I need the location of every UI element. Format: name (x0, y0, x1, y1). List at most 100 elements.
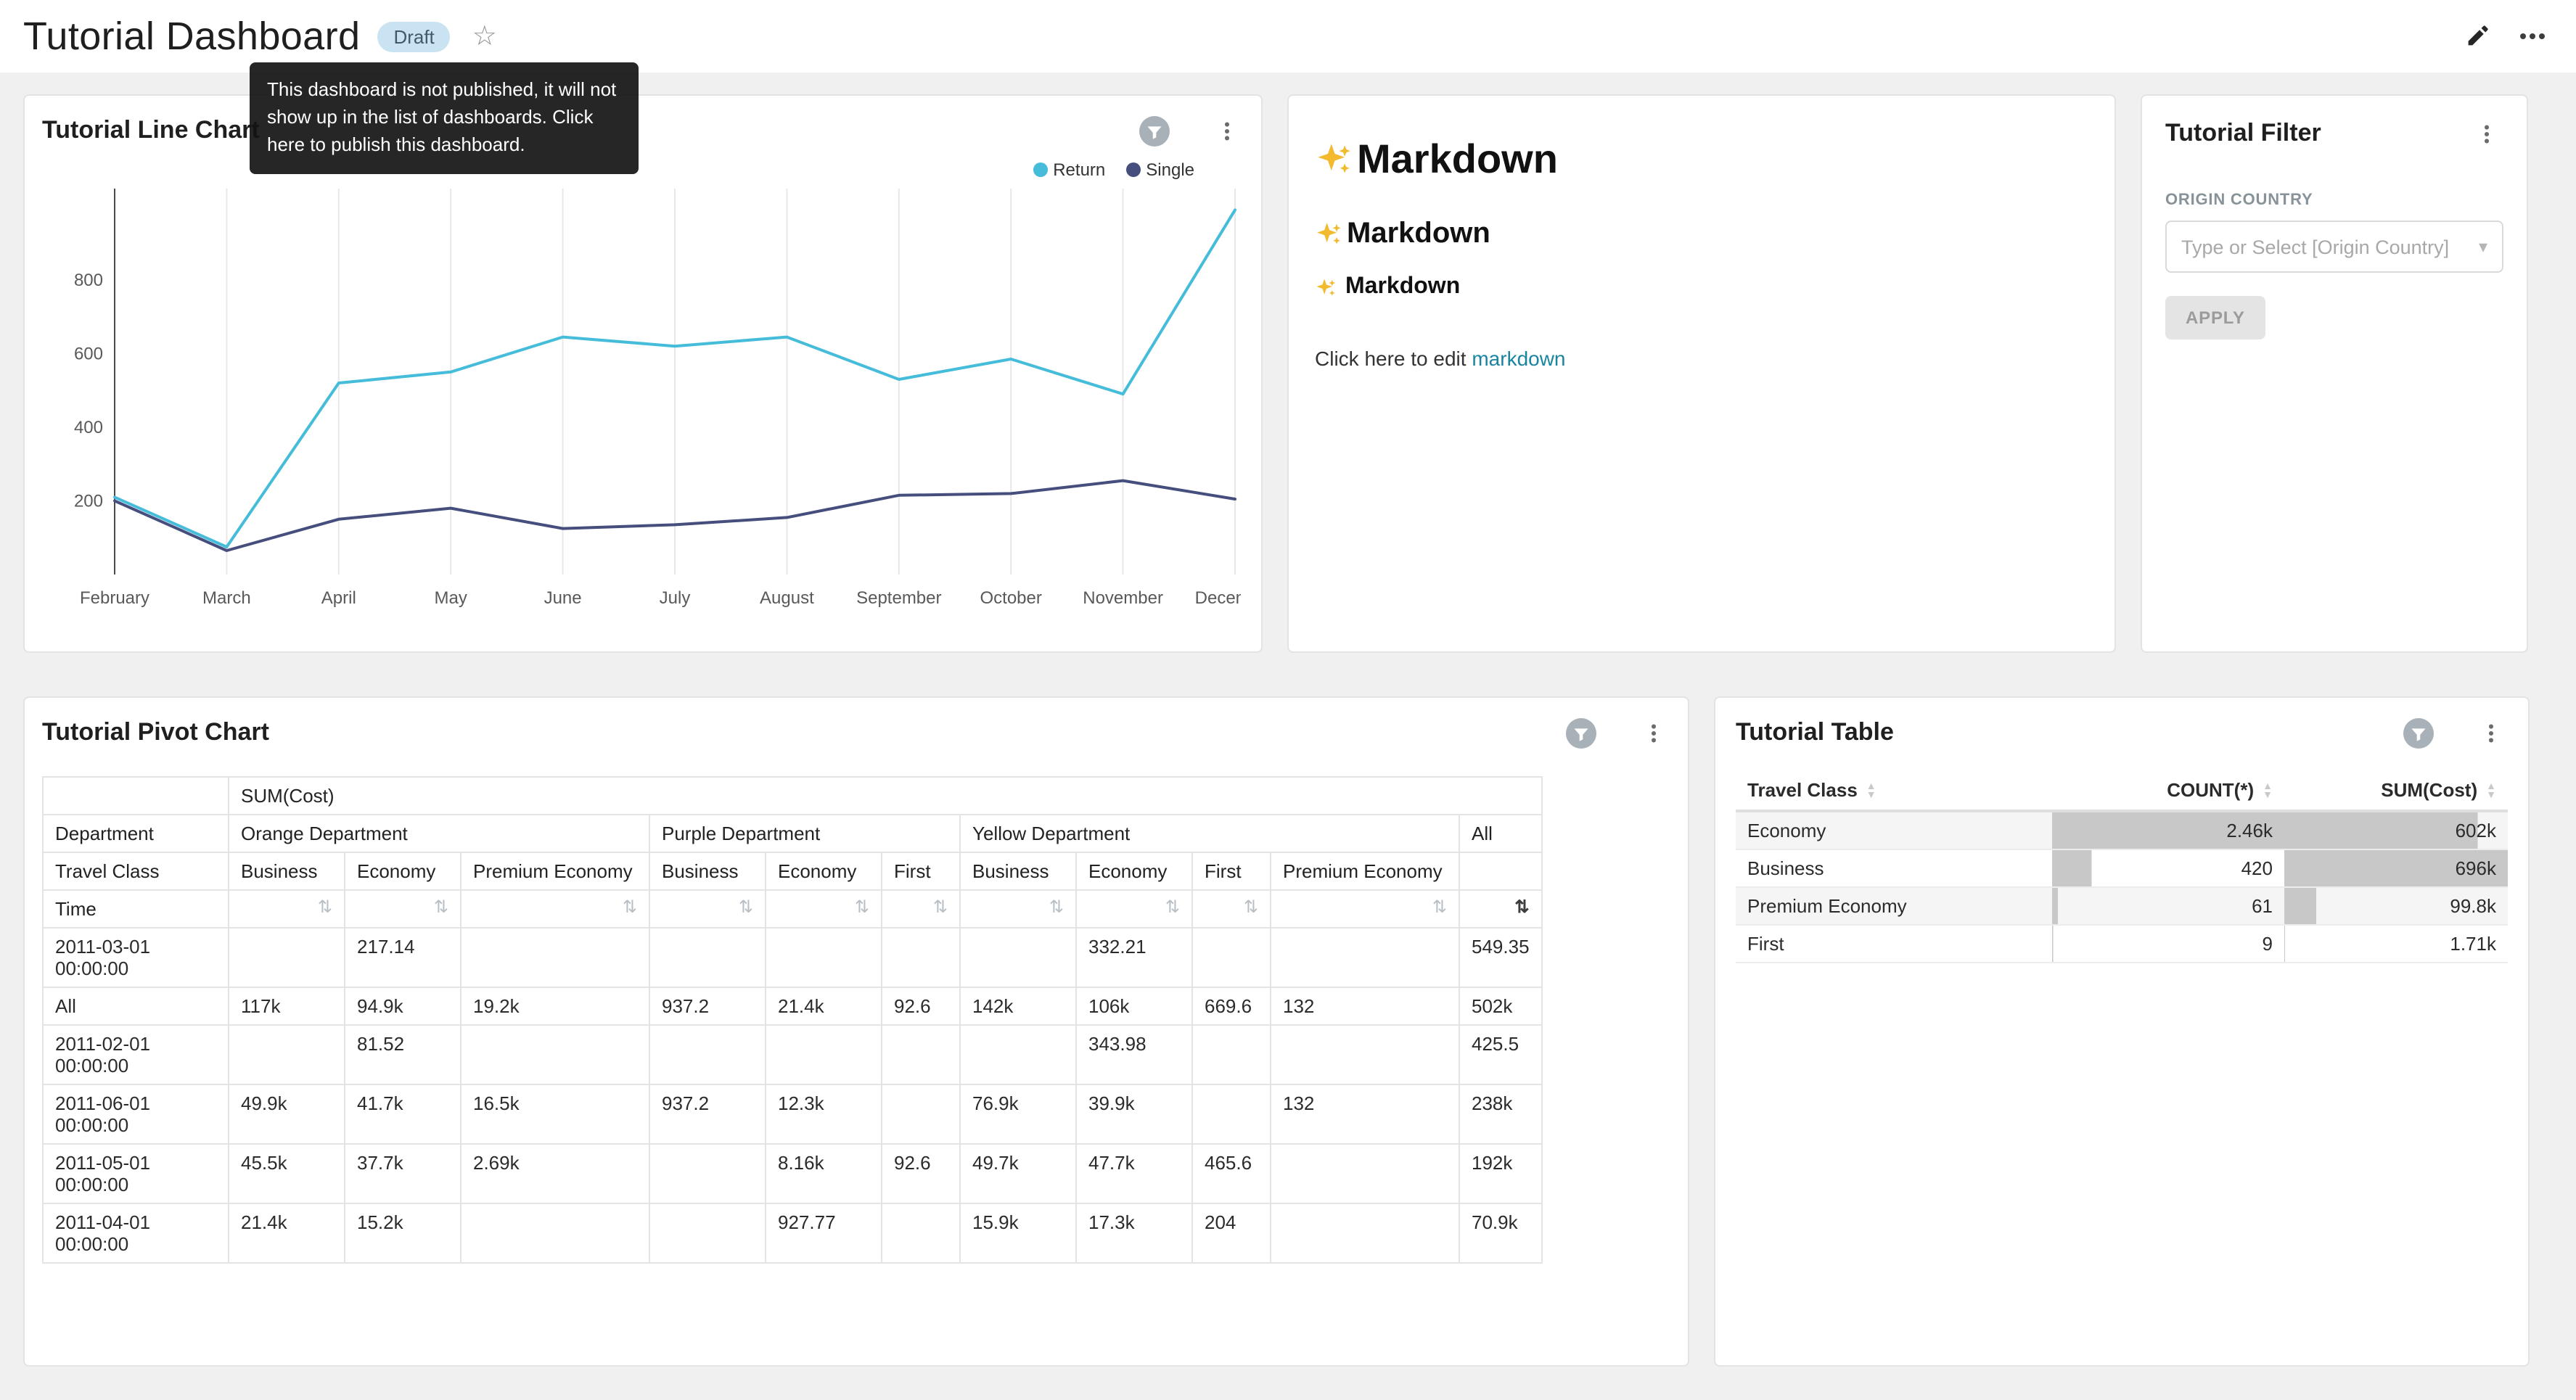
x-tick-label: February (80, 588, 149, 608)
pivot-department-label: Department (43, 815, 229, 852)
kebab-menu-icon[interactable] (1209, 113, 1244, 148)
pivot-col-header (1459, 852, 1542, 890)
pivot-cell-value (1192, 1084, 1271, 1144)
more-menu-icon[interactable] (2515, 19, 2550, 54)
table-col-header[interactable]: COUNT(*)▲▼ (2052, 770, 2284, 811)
filter-badge-icon[interactable] (1563, 715, 1598, 750)
pivot-cell-value: 17.3k (1076, 1203, 1192, 1263)
select-placeholder: Type or Select [Origin Country] (2181, 236, 2449, 258)
edit-markdown-link[interactable]: markdown (1472, 347, 1565, 370)
pivot-col-header: First (1192, 852, 1271, 890)
status-badge[interactable]: Draft (377, 21, 450, 52)
sparkles-icon (1315, 221, 1342, 248)
pivot-travel-class-label: Travel Class (43, 852, 229, 890)
line-chart-svg[interactable]: FebruaryMarchAprilMayJuneJulyAugustSepte… (42, 180, 1241, 627)
pivot-cell-value (882, 1025, 960, 1084)
pivot-col-header: Premium Economy (461, 852, 649, 890)
pivot-cell-value: 465.6 (1192, 1144, 1271, 1203)
pivot-cell-value (649, 1203, 766, 1263)
filter-badge-icon[interactable] (1136, 113, 1171, 148)
kebab-menu-icon[interactable] (2469, 116, 2503, 151)
pivot-cell-value: 238k (1459, 1084, 1542, 1144)
pivot-sort-icon[interactable]: ⇅ (739, 897, 753, 917)
pivot-row-label: 2011-05-01 00:00:00 (43, 1144, 229, 1203)
apply-button[interactable]: APPLY (2165, 296, 2265, 339)
pivot-sort-icon[interactable]: ⇅ (933, 897, 948, 917)
y-tick-label: 200 (74, 491, 103, 511)
pivot-sort-icon[interactable]: ⇅ (1165, 897, 1180, 917)
pivot-cell-value (1192, 928, 1271, 987)
pivot-cell-value: 45.5k (229, 1144, 345, 1203)
pivot-cell-value: 937.2 (649, 987, 766, 1025)
pivot-sort-icon[interactable]: ⇅ (1514, 897, 1529, 917)
table-col-label: Travel Class (1747, 779, 1858, 801)
pivot-cell-value: 343.98 (1076, 1025, 1192, 1084)
pivot-cell-value (461, 928, 649, 987)
pivot-cell-value (1271, 1144, 1459, 1203)
pivot-row: All117k94.9k19.2k937.221.4k92.6142k106k6… (43, 987, 1542, 1025)
pivot-cell-value (1271, 1203, 1459, 1263)
x-tick-label: April (321, 588, 356, 608)
pivot-cell-value: 117k (229, 987, 345, 1025)
x-tick-label: August (760, 588, 814, 608)
kebab-menu-icon[interactable] (2473, 715, 2508, 750)
pivot-row: 2011-02-01 00:00:0081.52343.98425.5 (43, 1025, 1542, 1084)
edit-pencil-icon[interactable] (2460, 19, 2495, 54)
pivot-group-header: Purple Department (649, 815, 960, 852)
sparkles-icon (1315, 276, 1337, 298)
pivot-cell-value: 142k (960, 987, 1076, 1025)
pivot-sort-icon[interactable]: ⇅ (318, 897, 332, 917)
unpublished-tooltip[interactable]: This dashboard is not published, it will… (250, 62, 639, 173)
x-tick-label: June (544, 588, 582, 608)
pivot-group-header: Yellow Department (960, 815, 1459, 852)
filter-badge-icon[interactable] (2400, 715, 2435, 750)
pivot-col-header: Economy (766, 852, 882, 890)
filter-card-title: Tutorial Filter (2165, 119, 2321, 148)
markdown-heading-1: Markdown (1315, 136, 2088, 183)
table-cell-value: 1.71k (2284, 925, 2508, 963)
pivot-sort-icon[interactable]: ⇅ (623, 897, 637, 917)
pivot-sort-cell: ⇅ (229, 890, 345, 928)
chevron-down-icon: ▾ (2479, 236, 2487, 257)
legend-label: Single (1146, 160, 1194, 180)
legend-item-single[interactable]: Single (1125, 160, 1194, 180)
pivot-row: 2011-06-01 00:00:0049.9k41.7k16.5k937.21… (43, 1084, 1542, 1144)
sort-carets-icon: ▲▼ (1866, 783, 1876, 800)
pivot-group-header: All (1459, 815, 1542, 852)
pivot-col-header: Business (229, 852, 345, 890)
pivot-sort-icon[interactable]: ⇅ (1432, 897, 1447, 917)
table-cell-label: Premium Economy (1736, 887, 2052, 925)
pivot-row-label: All (43, 987, 229, 1025)
pivot-cell-value (766, 928, 882, 987)
table-row: Economy2.46k602k (1736, 811, 2508, 849)
pivot-sort-cell: ⇅ (766, 890, 882, 928)
table-cell-label: Economy (1736, 811, 2052, 849)
legend-item-return[interactable]: Return (1033, 160, 1105, 180)
pivot-col-header: First (882, 852, 960, 890)
favorite-star-icon[interactable]: ☆ (472, 22, 497, 50)
pivot-sort-icon[interactable]: ⇅ (1244, 897, 1258, 917)
pivot-cell-value: 2.69k (461, 1144, 649, 1203)
pivot-row: 2011-05-01 00:00:0045.5k37.7k2.69k8.16k9… (43, 1144, 1542, 1203)
pivot-cell-value: 425.5 (1459, 1025, 1542, 1084)
markdown-card: Markdown Markdown Markdown Click here to… (1287, 94, 2116, 653)
table-col-header[interactable]: Travel Class ▲▼ (1736, 770, 2052, 811)
table-cell-label: Business (1736, 849, 2052, 887)
table-col-header[interactable]: SUM(Cost)▲▼ (2284, 770, 2508, 811)
markdown-heading-3: Markdown (1315, 274, 2088, 300)
pivot-cell-value: 12.3k (766, 1084, 882, 1144)
pivot-col-header: Business (960, 852, 1076, 890)
pivot-cell-value: 21.4k (766, 987, 882, 1025)
pivot-sort-icon[interactable]: ⇅ (855, 897, 869, 917)
table-cell-label: First (1736, 925, 2052, 963)
pivot-sort-icon[interactable]: ⇅ (434, 897, 448, 917)
pivot-sort-icon[interactable]: ⇅ (1049, 897, 1064, 917)
pivot-cell-value: 76.9k (960, 1084, 1076, 1144)
origin-country-select[interactable]: Type or Select [Origin Country] ▾ (2165, 221, 2503, 273)
pivot-cell-value: 21.4k (229, 1203, 345, 1263)
pivot-cell-value: 41.7k (345, 1084, 461, 1144)
pivot-cell-value: 8.16k (766, 1144, 882, 1203)
kebab-menu-icon[interactable] (1636, 715, 1670, 750)
pivot-row-label: 2011-02-01 00:00:00 (43, 1025, 229, 1084)
pivot-cell-value: 94.9k (345, 987, 461, 1025)
